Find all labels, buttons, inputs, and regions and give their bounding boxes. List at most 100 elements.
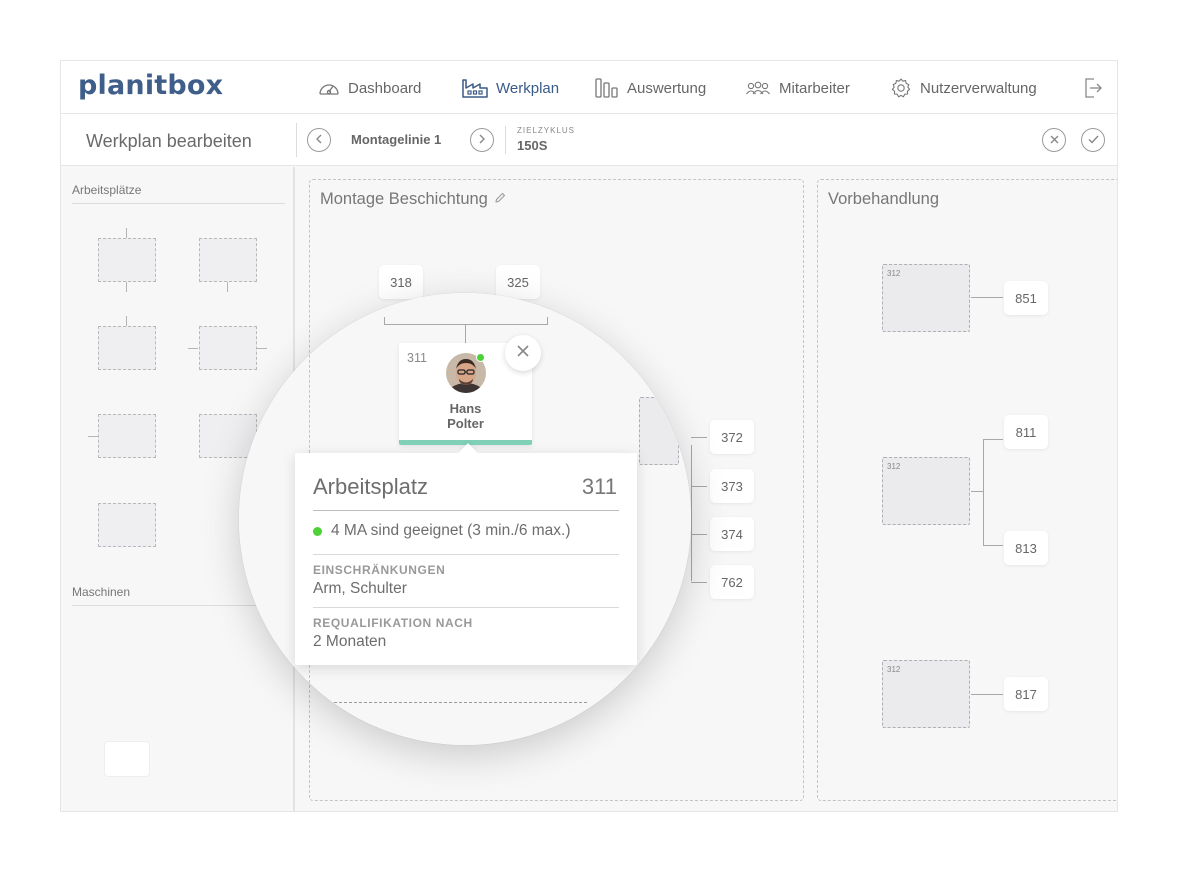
- connector: [465, 324, 466, 344]
- workstation-template[interactable]: [98, 326, 156, 370]
- status-dot: [313, 526, 322, 536]
- line-name: Montagelinie 1: [351, 132, 442, 147]
- connector: [983, 439, 984, 545]
- connector: [983, 439, 1003, 440]
- divider: [296, 123, 297, 157]
- nav-mitarbeiter[interactable]: Mitarbeiter: [745, 76, 850, 100]
- machine-template[interactable]: [104, 741, 150, 777]
- workstation[interactable]: 312: [882, 660, 970, 728]
- connector: [971, 694, 1003, 695]
- next-line-button[interactable]: [470, 128, 494, 152]
- divider: [313, 607, 619, 608]
- zone-title: Montage Beschichtung: [320, 190, 506, 209]
- connector: [88, 436, 98, 437]
- nav-dashboard-label: Dashboard: [348, 79, 422, 97]
- pencil-icon[interactable]: [494, 190, 506, 209]
- workstation-id: 312: [887, 462, 901, 471]
- workstation-partial: [639, 397, 679, 465]
- connector: [691, 437, 707, 438]
- restrictions-value: Arm, Schulter: [313, 580, 407, 597]
- connector: [188, 348, 198, 349]
- suitability-text: 4 MA sind geeignet (3 min./6 max.): [331, 522, 571, 539]
- divider: [313, 510, 619, 511]
- bar-chart-icon: [595, 78, 619, 98]
- machines-heading: Maschinen: [72, 585, 131, 599]
- logout-icon: [1084, 78, 1102, 102]
- cycle-label: ZIELZYKLUS: [517, 126, 576, 135]
- station-chip[interactable]: 374: [710, 517, 754, 551]
- zone-title: Vorbehandlung: [828, 190, 939, 209]
- workstation[interactable]: 312: [882, 457, 970, 525]
- chevron-left-icon: [315, 131, 323, 149]
- nav-nutzerverwaltung-label: Nutzerverwaltung: [920, 79, 1037, 97]
- magnifier-lens: 311 Hans Polter Arbeitsplatz 311 4 MA si…: [239, 293, 691, 745]
- close-icon: [1050, 131, 1059, 149]
- workstation-template[interactable]: [98, 238, 156, 282]
- workstation-popover: Arbeitsplatz 311 4 MA sind geeignet (3 m…: [295, 443, 637, 665]
- nav-auswertung[interactable]: Auswertung: [595, 76, 706, 100]
- requalification-value: 2 Monaten: [313, 633, 387, 650]
- station-chip[interactable]: 372: [710, 420, 754, 454]
- connector: [126, 228, 127, 238]
- logo[interactable]: planitbox: [78, 70, 223, 101]
- online-status-dot: [476, 353, 485, 362]
- divider: [313, 554, 619, 555]
- divider: [505, 126, 506, 154]
- divider: [72, 203, 285, 204]
- connector: [971, 297, 1003, 298]
- connector: [691, 534, 707, 535]
- nav-nutzerverwaltung[interactable]: Nutzerverwaltung: [890, 76, 1037, 100]
- check-icon: [1088, 131, 1099, 149]
- station-chip[interactable]: 851: [1004, 281, 1048, 315]
- popover-title: Arbeitsplatz: [313, 474, 428, 499]
- app-window: planitbox Dashboard Werkplan Auswertung …: [60, 60, 1118, 812]
- workstation-id: 311: [407, 351, 427, 365]
- connector: [691, 582, 707, 583]
- connector: [126, 282, 127, 292]
- workstations-heading: Arbeitsplätze: [72, 183, 142, 197]
- workstation-id: 312: [887, 665, 901, 674]
- connector: [983, 545, 1003, 546]
- remove-assignment-button[interactable]: [505, 335, 541, 371]
- previous-line-button[interactable]: [307, 128, 331, 152]
- edit-header: Werkplan bearbeiten Montagelinie 1 ZIELZ…: [61, 114, 1117, 166]
- gear-icon: [890, 77, 912, 99]
- station-chip[interactable]: 811: [1004, 415, 1048, 449]
- station-chip[interactable]: 817: [1004, 677, 1048, 711]
- dashed-guide: [329, 702, 587, 703]
- confirm-button[interactable]: [1081, 128, 1105, 152]
- workstation-template[interactable]: [98, 414, 156, 458]
- nav-werkplan[interactable]: Werkplan: [462, 76, 559, 100]
- page-title: Werkplan bearbeiten: [86, 131, 252, 151]
- connector: [384, 317, 385, 325]
- factory-icon: [462, 78, 488, 98]
- connector: [691, 445, 692, 581]
- cycle-value: 150S: [517, 138, 548, 153]
- cancel-button[interactable]: [1042, 128, 1066, 152]
- person-last-name: Polter: [447, 416, 484, 431]
- connector: [126, 316, 127, 326]
- nav-dashboard[interactable]: Dashboard: [318, 76, 421, 100]
- workstation-template[interactable]: [199, 238, 257, 282]
- logout-button[interactable]: [1084, 78, 1102, 103]
- connector: [691, 486, 707, 487]
- station-chip[interactable]: 762: [710, 565, 754, 599]
- popover-id: 311: [581, 474, 617, 499]
- chevron-right-icon: [478, 131, 486, 149]
- gauge-icon: [318, 79, 340, 97]
- zone-title-label: Montage Beschichtung: [320, 190, 488, 208]
- person-first-name: Hans: [449, 401, 482, 416]
- workstation-template[interactable]: [98, 503, 156, 547]
- nav-mitarbeiter-label: Mitarbeiter: [779, 79, 850, 97]
- requalification-label: REQUALIFIKATION NACH: [313, 616, 473, 630]
- workstation-id: 312: [887, 269, 901, 278]
- magnified-canvas: 311 Hans Polter Arbeitsplatz 311 4 MA si…: [239, 293, 691, 745]
- station-chip[interactable]: 373: [710, 469, 754, 503]
- workstation[interactable]: 312: [882, 264, 970, 332]
- restrictions-label: EINSCHRÄNKUNGEN: [313, 563, 446, 577]
- station-chip[interactable]: 813: [1004, 531, 1048, 565]
- zone-title-label: Vorbehandlung: [828, 190, 940, 208]
- top-nav: planitbox Dashboard Werkplan Auswertung …: [61, 61, 1117, 114]
- connector: [384, 324, 548, 325]
- connector: [227, 282, 228, 292]
